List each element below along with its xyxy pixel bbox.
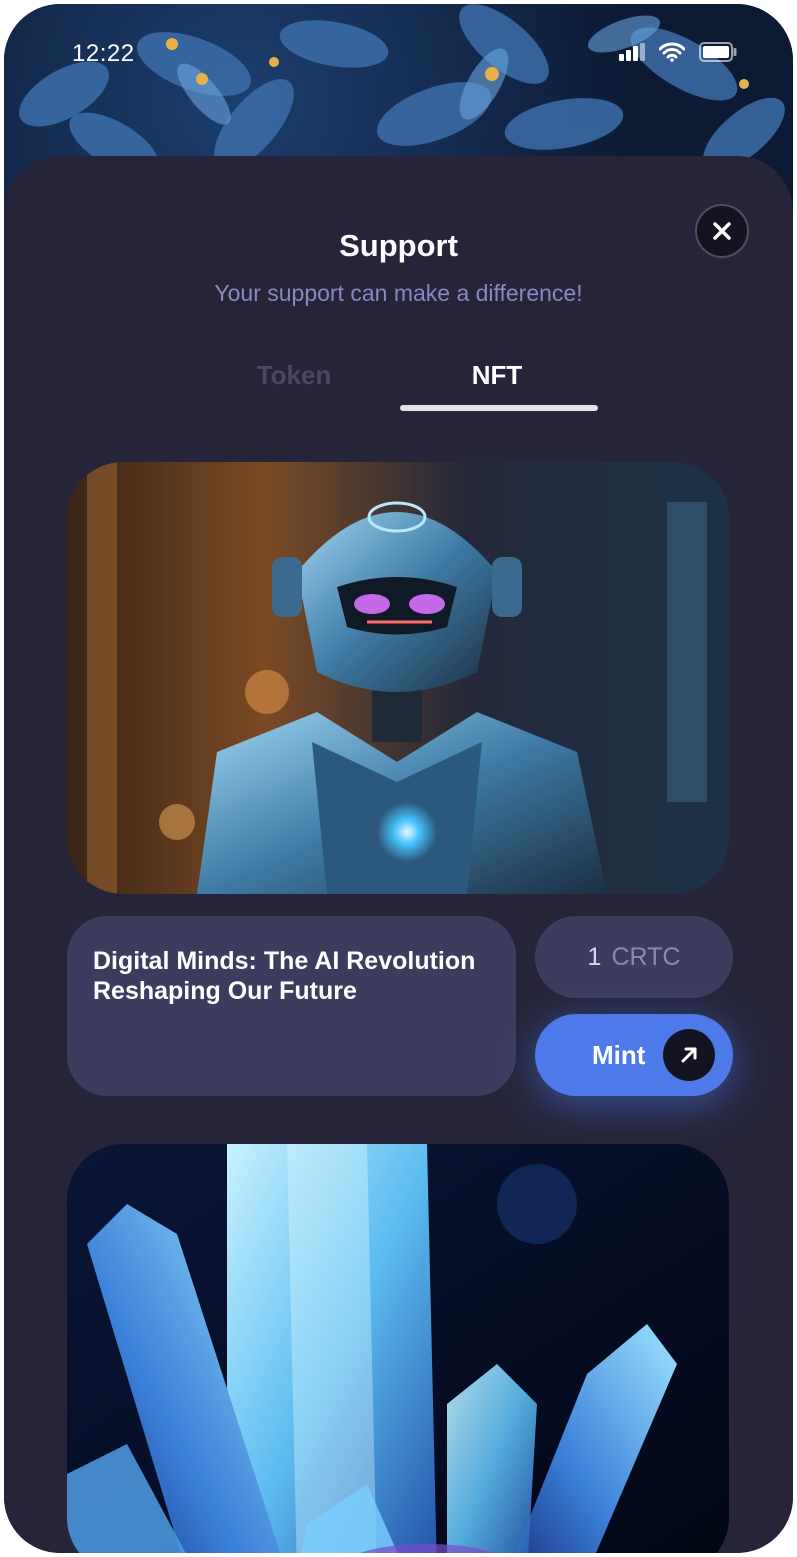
nft-price: 1 CRTC xyxy=(535,916,733,998)
mint-label: Mint xyxy=(592,1039,646,1070)
nft-title-card: Digital Minds: The AI Revolution Reshapi… xyxy=(67,916,516,1096)
phone-screen: 12:22 Support Your support can make a di… xyxy=(4,4,793,1553)
robot-nft-image[interactable] xyxy=(67,462,729,894)
sheet-subtitle: Your support can make a difference! xyxy=(214,280,583,306)
arrow-up-right-icon xyxy=(663,1029,715,1081)
price-unit: CRTC xyxy=(611,942,681,971)
wifi-icon xyxy=(659,42,685,62)
status-icons xyxy=(619,42,737,62)
price-amount: 1 xyxy=(587,942,602,971)
crystal-nft-image[interactable] xyxy=(67,1144,729,1553)
nft-title: Digital Minds: The AI Revolution Reshapi… xyxy=(93,947,476,1005)
active-tab-indicator xyxy=(400,405,598,411)
sheet-title: Support xyxy=(339,228,458,263)
mint-button[interactable]: Mint xyxy=(535,1014,733,1096)
status-bar: 12:22 xyxy=(4,4,793,104)
tab-nft[interactable]: NFT xyxy=(397,360,597,391)
battery-icon xyxy=(699,42,737,62)
tab-token[interactable]: Token xyxy=(194,360,394,391)
status-time: 12:22 xyxy=(72,40,135,67)
signal-icon xyxy=(619,43,645,61)
